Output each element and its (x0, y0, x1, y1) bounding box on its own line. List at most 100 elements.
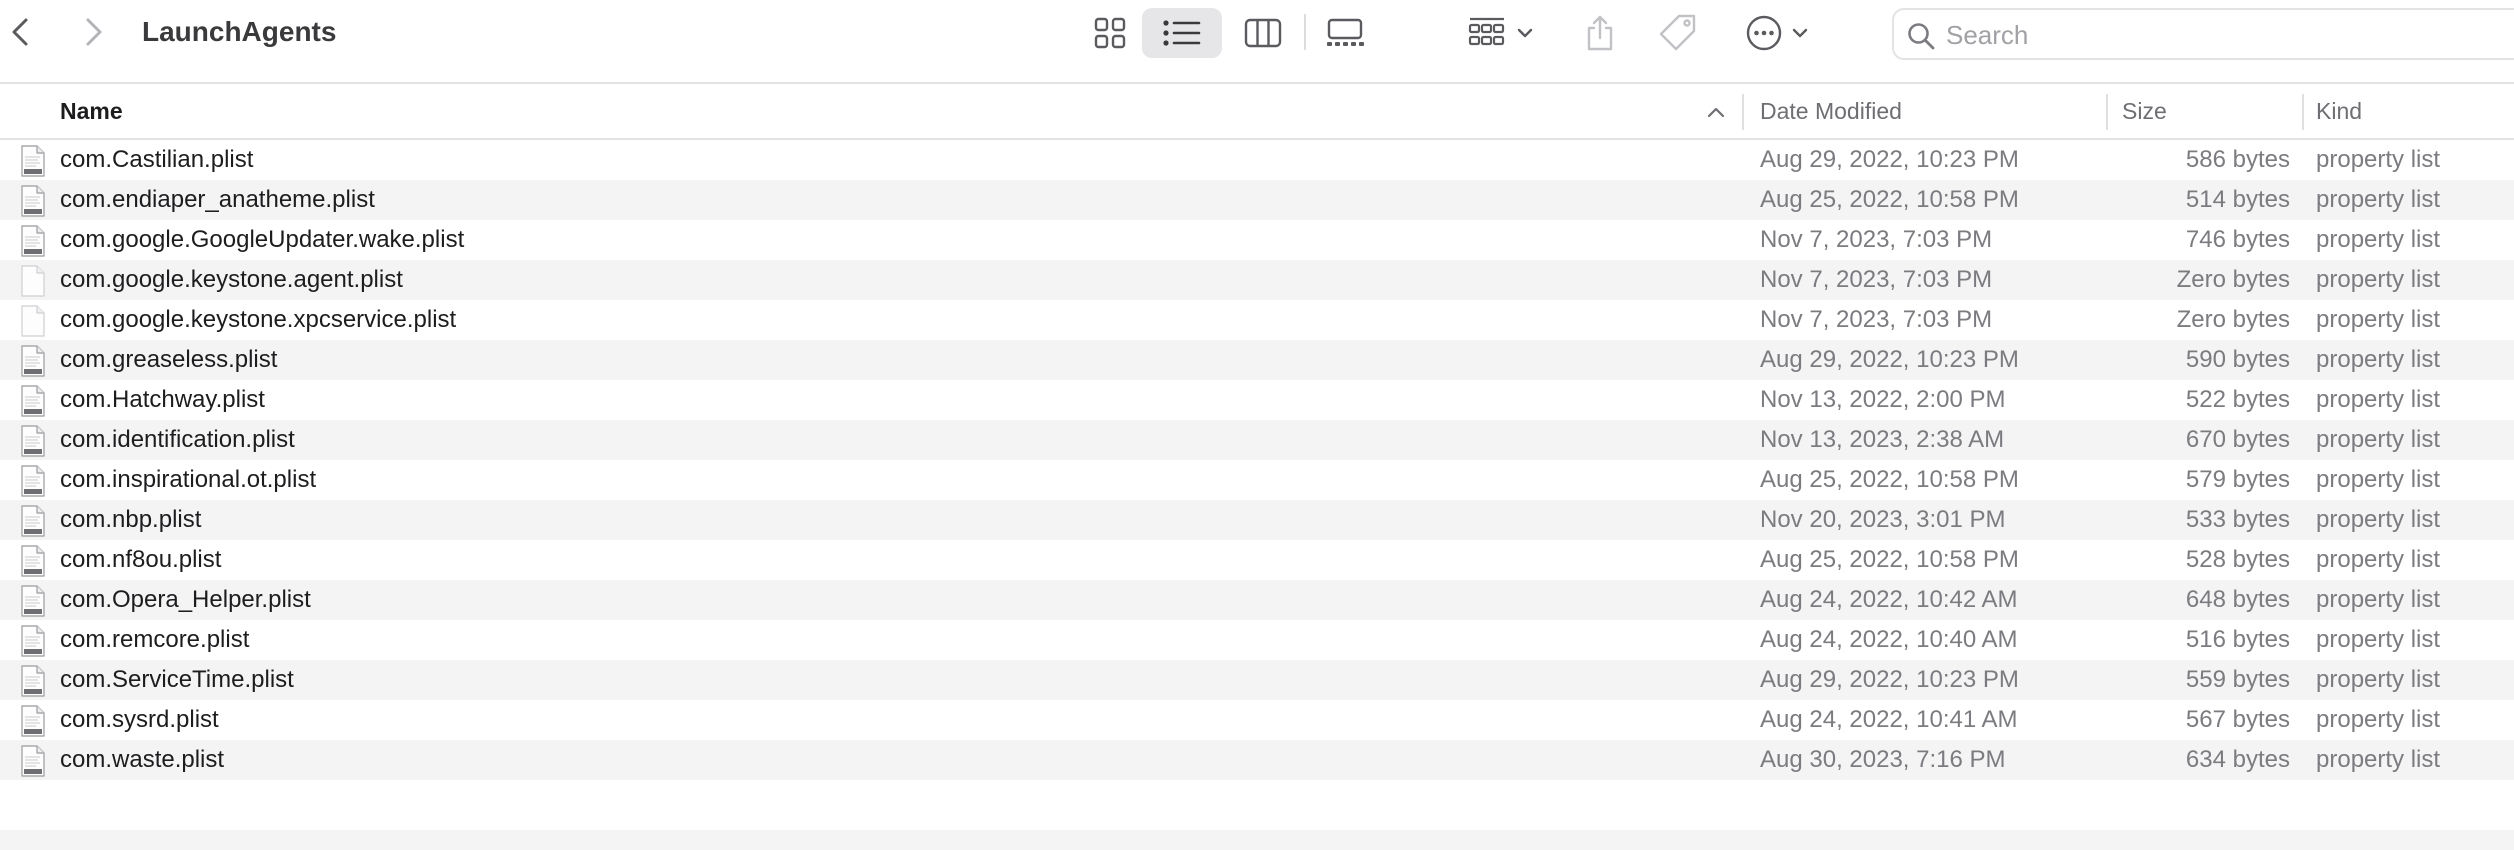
file-kind: property list (2316, 586, 2441, 613)
tag-button[interactable] (1646, 8, 1710, 58)
file-size: Zero bytes (2176, 306, 2290, 333)
plist-file-icon (20, 665, 46, 697)
file-size: 533 bytes (2185, 506, 2290, 533)
file-row[interactable]: com.Opera_Helper.plist Aug 24, 2022, 10:4… (0, 580, 2514, 620)
file-kind: property list (2316, 186, 2441, 213)
file-size: 670 bytes (2185, 426, 2290, 453)
file-row[interactable]: com.Hatchway.plist Nov 13, 2022, 2:00 PM 5… (0, 380, 2514, 420)
empty-row (0, 830, 2514, 850)
column-divider[interactable] (2106, 94, 2108, 130)
share-button[interactable] (1570, 8, 1630, 58)
file-kind: property list (2316, 346, 2441, 373)
file-kind: property list (2316, 266, 2441, 293)
grid-icon (1094, 17, 1126, 49)
file-size: 746 bytes (2185, 226, 2290, 253)
group-button[interactable] (1460, 8, 1544, 58)
file-size: 634 bytes (2185, 746, 2290, 773)
file-kind: property list (2316, 146, 2441, 173)
plist-file-icon (20, 345, 46, 377)
file-name: com.Castilian.plist (60, 146, 254, 173)
column-divider[interactable] (2302, 94, 2304, 130)
column-view-button[interactable] (1232, 8, 1294, 58)
chevron-left-icon (12, 18, 28, 46)
file-size: 590 bytes (2185, 346, 2290, 373)
file-name: com.sysrd.plist (60, 706, 219, 733)
file-row[interactable]: com.nbp.plist Nov 20, 2023, 3:01 PM 533 by… (0, 500, 2514, 540)
file-date-modified: Nov 20, 2023, 3:01 PM (1760, 506, 2006, 533)
gallery-icon (1327, 18, 1364, 46)
file-kind: property list (2316, 626, 2441, 653)
column-divider[interactable] (1742, 94, 1744, 130)
list-icon (1163, 20, 1201, 46)
search-input[interactable] (1944, 18, 2508, 52)
file-date-modified: Nov 7, 2023, 7:03 PM (1760, 306, 1993, 333)
file-row[interactable]: com.ServiceTime.plist Aug 29, 2022, 10:23… (0, 660, 2514, 700)
file-row[interactable]: com.greaseless.plist Aug 29, 2022, 10:23 … (0, 340, 2514, 380)
file-name: com.Hatchway.plist (60, 386, 265, 413)
list-view-button[interactable] (1142, 8, 1222, 58)
file-row[interactable]: com.google.keystone.xpcservice.plist Nov … (0, 300, 2514, 340)
column-header-kind[interactable]: Kind (2316, 84, 2514, 138)
column-header-name[interactable]: Name (60, 84, 1740, 138)
file-row[interactable]: com.google.keystone.agent.plist Nov 7, 20… (0, 260, 2514, 300)
back-button[interactable] (4, 14, 40, 50)
chevron-right-icon (86, 18, 102, 46)
file-date-modified: Nov 7, 2023, 7:03 PM (1760, 266, 1993, 293)
file-name: com.endiaper_anatheme.plist (60, 186, 375, 213)
column-header-size[interactable]: Size (2122, 84, 2312, 138)
file-date-modified: Aug 24, 2022, 10:40 AM (1760, 626, 2018, 653)
search-field[interactable] (1892, 8, 2514, 60)
window-title: LaunchAgents (142, 16, 337, 47)
finder-window: LaunchAgents Search Name Date Modified S… (0, 0, 2514, 850)
file-size: 559 bytes (2185, 666, 2290, 693)
gallery-view-button[interactable] (1312, 8, 1378, 58)
file-row[interactable]: com.inspirational.ot.plist Aug 25, 2022, … (0, 460, 2514, 500)
file-name: com.nf8ou.plist (60, 546, 222, 573)
plist-file-icon (20, 145, 46, 177)
file-size: 516 bytes (2185, 626, 2290, 653)
file-size: 586 bytes (2185, 146, 2290, 173)
file-name: com.waste.plist (60, 746, 225, 773)
columns-icon (1244, 18, 1282, 48)
forward-button[interactable] (74, 14, 110, 50)
file-name: com.Opera_Helper.plist (60, 586, 311, 613)
file-kind: property list (2316, 466, 2441, 493)
more-icon (1746, 15, 1782, 51)
file-kind: property list (2316, 666, 2441, 693)
file-date-modified: Aug 25, 2022, 10:58 PM (1760, 186, 2019, 213)
toolbar: LaunchAgents (0, 0, 2514, 84)
file-row[interactable]: com.identification.plist Nov 13, 2023, 2:… (0, 420, 2514, 460)
file-kind: property list (2316, 226, 2441, 253)
file-date-modified: Nov 13, 2023, 2:38 AM (1760, 426, 2005, 453)
toolbar-divider (1304, 14, 1306, 50)
file-row[interactable]: com.sysrd.plist Aug 24, 2022, 10:41 AM 567… (0, 700, 2514, 740)
blank-file-icon (20, 305, 46, 337)
file-kind: property list (2316, 306, 2441, 333)
share-icon (1587, 15, 1613, 51)
file-date-modified: Aug 29, 2022, 10:23 PM (1760, 146, 2019, 173)
file-date-modified: Nov 13, 2022, 2:00 PM (1760, 386, 2006, 413)
file-row[interactable]: com.google.GoogleUpdater.wake.plist Nov 7… (0, 220, 2514, 260)
file-row[interactable]: com.endiaper_anatheme.plist Aug 25, 2022,… (0, 180, 2514, 220)
file-name: com.greaseless.plist (60, 346, 278, 373)
plist-file-icon (20, 545, 46, 577)
plist-file-icon (20, 705, 46, 737)
file-kind: property list (2316, 426, 2441, 453)
column-header: Name Date Modified Size Kind (0, 84, 2514, 140)
file-name: com.google.keystone.agent.plist (60, 266, 403, 293)
plist-file-icon (20, 625, 46, 657)
file-kind: property list (2316, 546, 2441, 573)
icon-view-button[interactable] (1080, 8, 1140, 58)
plist-file-icon (20, 465, 46, 497)
file-size: 528 bytes (2185, 546, 2290, 573)
more-actions-button[interactable] (1736, 8, 1820, 58)
file-row[interactable]: com.remcore.plist Aug 24, 2022, 10:40 AM 5… (0, 620, 2514, 660)
file-row[interactable]: com.nf8ou.plist Aug 25, 2022, 10:58 PM 528… (0, 540, 2514, 580)
tag-icon (1659, 14, 1696, 51)
file-row[interactable]: com.waste.plist Aug 30, 2023, 7:16 PM 634 … (0, 740, 2514, 780)
column-header-date-modified[interactable]: Date Modified (1760, 84, 2120, 138)
file-size: 579 bytes (2185, 466, 2290, 493)
file-kind: property list (2316, 386, 2441, 413)
plist-file-icon (20, 505, 46, 537)
file-row[interactable]: com.Castilian.plist Aug 29, 2022, 10:23 P… (0, 140, 2514, 180)
